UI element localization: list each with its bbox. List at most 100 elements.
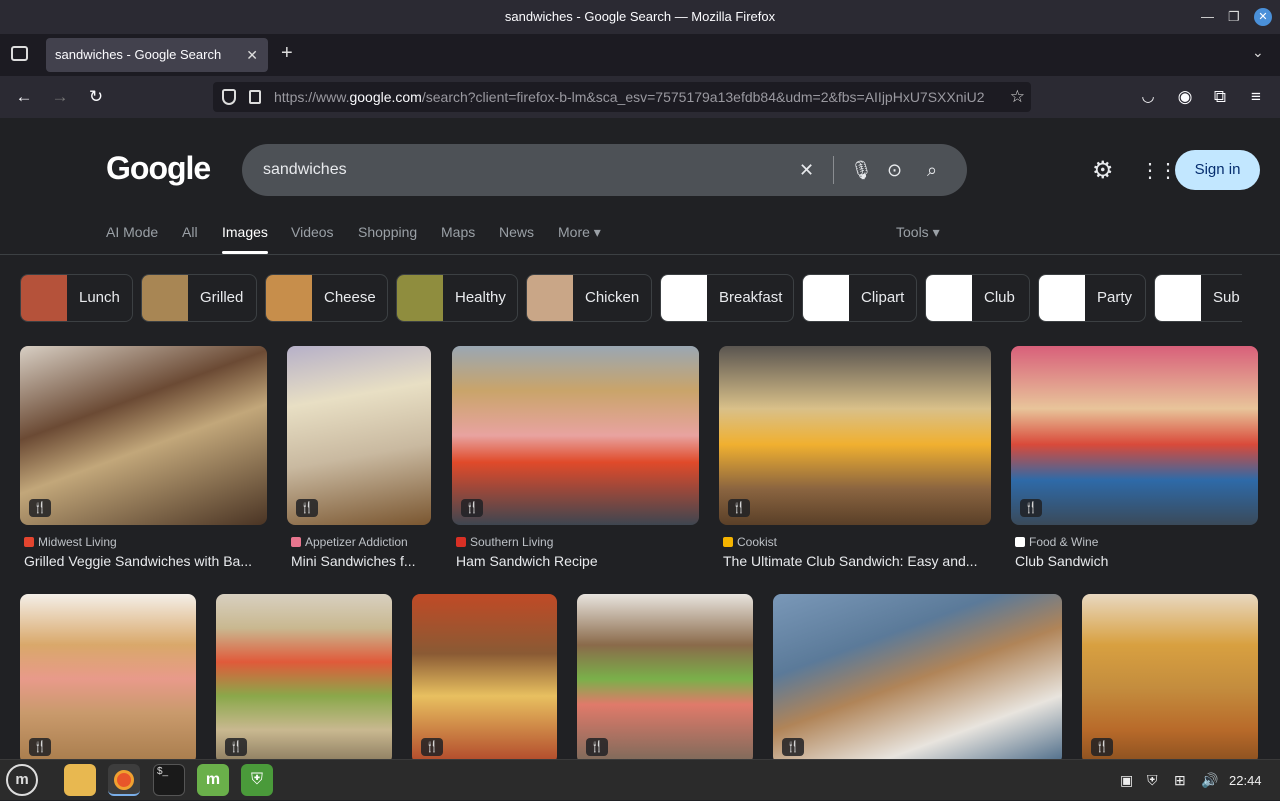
result-source[interactable]: Midwest Living (24, 535, 117, 549)
tab-all[interactable]: All (182, 224, 198, 240)
chip-label: Lunch (79, 289, 120, 306)
chip-label: Cheese (324, 289, 376, 306)
result-image[interactable]: 🍴 (452, 346, 699, 525)
tab-ai-mode[interactable]: AI Mode (106, 224, 158, 240)
search-input[interactable]: sandwiches (263, 144, 347, 196)
window-title: sandwiches - Google Search — Mozilla Fir… (504, 9, 776, 24)
tab-list-icon[interactable] (11, 46, 28, 61)
minimize-icon[interactable]: — (1201, 0, 1214, 34)
shield-icon[interactable] (222, 89, 236, 105)
chip-thumbnail (142, 275, 188, 321)
tab-shopping[interactable]: Shopping (358, 224, 417, 240)
mint-update-icon[interactable]: m (197, 764, 229, 796)
maximize-icon[interactable]: ❐ (1228, 0, 1240, 34)
shield-app-icon[interactable]: ⛨ (241, 764, 273, 796)
settings-gear-icon[interactable]: ⚙ (1092, 156, 1114, 185)
clock[interactable]: 22:44 (1229, 760, 1262, 801)
account-icon[interactable]: ◉ (1170, 76, 1200, 118)
recipe-icon: 🍴 (782, 738, 804, 756)
back-icon[interactable]: ← (9, 76, 39, 118)
chip-lunch[interactable]: Lunch (20, 274, 133, 322)
chevron-down-icon[interactable]: ⌄ (1252, 44, 1264, 61)
chip-healthy[interactable]: Healthy (396, 274, 518, 322)
google-logo[interactable]: Google (106, 150, 211, 187)
chip-thumbnail (661, 275, 707, 321)
recipe-icon: 🍴 (225, 738, 247, 756)
chip-cheese[interactable]: Cheese (265, 274, 388, 322)
recipe-icon: 🍴 (461, 499, 483, 517)
search-box[interactable]: sandwiches ✕ 🎙 ⊙ ⌕ (242, 144, 967, 196)
chip-thumbnail (803, 275, 849, 321)
lens-icon[interactable]: ⊙ (887, 144, 902, 196)
address-bar[interactable]: https://www.google.com/search?client=fir… (213, 82, 1031, 112)
tools-button[interactable]: Tools ▾ (896, 224, 940, 241)
google-images-page: Google sandwiches ✕ 🎙 ⊙ ⌕ ⚙ ⋮⋮⋮ Sign in … (0, 118, 1280, 759)
clipboard-icon[interactable]: ▣ (1120, 760, 1133, 801)
recipe-icon: 🍴 (29, 738, 51, 756)
url-text[interactable]: https://www.google.com/search?client=fir… (274, 82, 994, 112)
microphone-icon[interactable]: 🎙 (850, 144, 873, 196)
result-image[interactable]: 🍴 (773, 594, 1062, 759)
result-source[interactable]: Food & Wine (1015, 535, 1098, 549)
result-title[interactable]: Ham Sandwich Recipe (456, 553, 699, 569)
tab-images[interactable]: Images (222, 224, 268, 240)
menu-icon[interactable]: ≡ (1241, 76, 1271, 118)
divider (0, 254, 1280, 255)
reload-icon[interactable]: ↻ (81, 76, 111, 118)
security-shield-icon[interactable]: ⛨ (1147, 760, 1158, 801)
result-image[interactable]: 🍴 (1082, 594, 1258, 759)
result-image[interactable]: 🍴 (577, 594, 753, 759)
result-source[interactable]: Cookist (723, 535, 777, 549)
volume-icon[interactable]: 🔊 (1201, 760, 1218, 801)
new-tab-icon[interactable]: + (281, 42, 293, 65)
chip-club[interactable]: Club (925, 274, 1030, 322)
tab-active[interactable]: sandwiches - Google Search ✕ (46, 38, 268, 72)
result-image[interactable]: 🍴 (287, 346, 431, 525)
chip-grilled[interactable]: Grilled (141, 274, 257, 322)
result-source[interactable]: Appetizer Addiction (291, 535, 408, 549)
result-title[interactable]: Club Sandwich (1015, 553, 1258, 569)
result-image[interactable]: 🍴 (719, 346, 991, 525)
tab-videos[interactable]: Videos (291, 224, 334, 240)
chip-chicken[interactable]: Chicken (526, 274, 652, 322)
chip-clipart[interactable]: Clipart (802, 274, 917, 322)
result-image[interactable]: 🍴 (20, 346, 267, 525)
result-image[interactable]: 🍴 (20, 594, 196, 759)
chip-label: Clipart (861, 289, 905, 306)
firefox-icon[interactable] (108, 764, 140, 796)
files-folder-icon[interactable] (64, 764, 96, 796)
result-title[interactable]: Mini Sandwiches f... (291, 553, 431, 569)
tab-news[interactable]: News (499, 224, 534, 240)
site-favicon (723, 537, 733, 547)
close-tab-icon[interactable]: ✕ (246, 38, 258, 72)
site-favicon (24, 537, 34, 547)
result-title[interactable]: The Ultimate Club Sandwich: Easy and... (723, 553, 991, 569)
network-icon[interactable]: ⊞ (1174, 760, 1186, 801)
chip-sub[interactable]: Sub (1154, 274, 1242, 322)
chip-party[interactable]: Party (1038, 274, 1146, 322)
bookmark-star-icon[interactable]: ☆ (1010, 82, 1025, 112)
search-icon[interactable]: ⌕ (927, 144, 937, 196)
clear-icon[interactable]: ✕ (799, 144, 814, 196)
forward-icon[interactable]: → (45, 76, 75, 118)
result-image[interactable]: 🍴 (412, 594, 557, 759)
tab-strip: sandwiches - Google Search ✕ + ⌄ (0, 34, 1280, 76)
tab-maps[interactable]: Maps (441, 224, 475, 240)
result-image[interactable]: 🍴 (1011, 346, 1258, 525)
result-source[interactable]: Southern Living (456, 535, 553, 549)
pocket-icon[interactable]: ◡ (1133, 76, 1163, 118)
chip-thumbnail (1039, 275, 1085, 321)
sign-in-button[interactable]: Sign in (1175, 150, 1260, 190)
taskbar: m $_ m ⛨ ▣ ⛨ ⊞ 🔊 22:44 (0, 759, 1280, 800)
close-window-icon[interactable]: ✕ (1254, 8, 1272, 26)
tab-more[interactable]: More ▾ (558, 224, 601, 241)
chip-breakfast[interactable]: Breakfast (660, 274, 794, 322)
extensions-icon[interactable]: ⧉ (1205, 76, 1235, 118)
terminal-icon[interactable]: $_ (153, 764, 185, 796)
result-title[interactable]: Grilled Veggie Sandwiches with Ba... (24, 553, 267, 569)
recipe-icon: 🍴 (421, 738, 443, 756)
mint-menu-icon[interactable]: m (6, 764, 38, 796)
lock-icon[interactable] (249, 90, 261, 104)
chip-thumbnail (1155, 275, 1201, 321)
result-image[interactable]: 🍴 (216, 594, 392, 759)
